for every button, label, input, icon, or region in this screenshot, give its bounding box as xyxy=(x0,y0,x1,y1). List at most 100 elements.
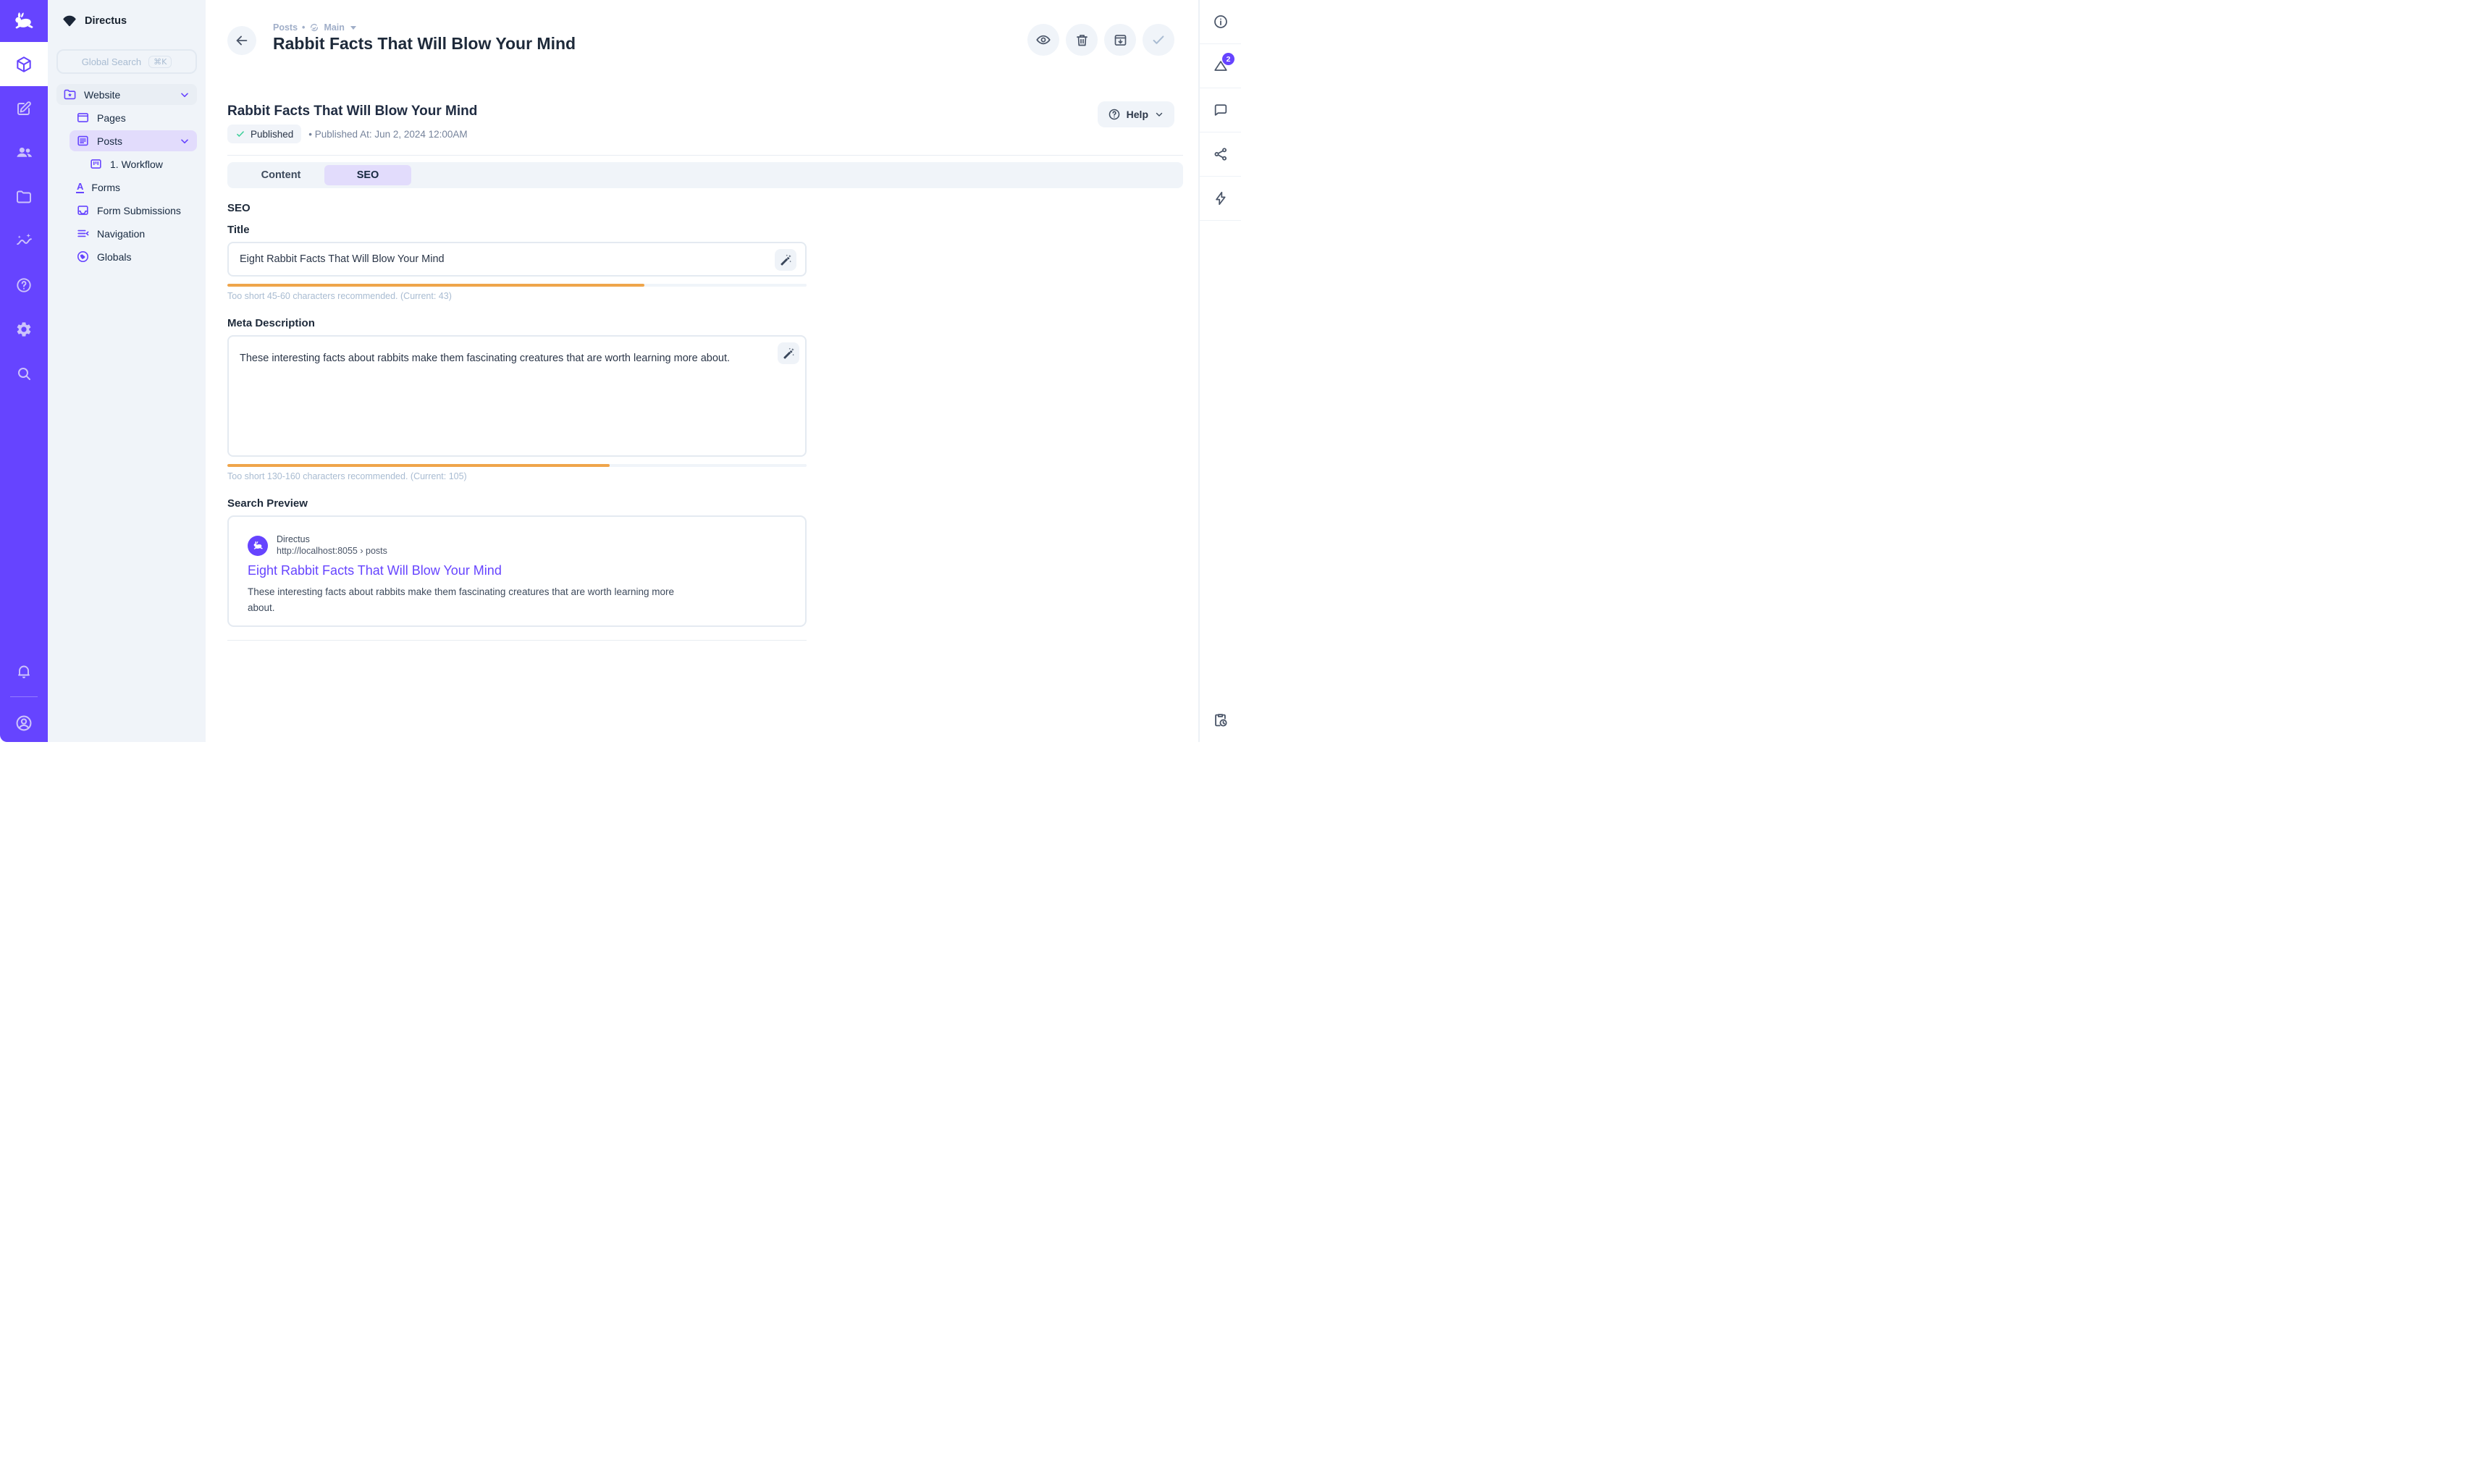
check-icon xyxy=(235,129,245,139)
collection-nav: Website Pages Posts xyxy=(48,84,206,267)
users-icon xyxy=(15,143,33,161)
box-icon xyxy=(14,55,33,74)
chevron-down-icon[interactable] xyxy=(179,89,190,101)
chevron-down-icon[interactable] xyxy=(179,135,190,147)
seo-title-field xyxy=(227,242,807,277)
meta-field-label: Meta Description xyxy=(227,317,807,329)
bolt-icon xyxy=(1213,190,1229,206)
title-ai-generate-button[interactable] xyxy=(775,249,796,271)
rabbit-logo-icon xyxy=(252,539,264,552)
preview-site-row: Directus http://localhost:8055 › posts xyxy=(248,534,786,557)
breadcrumb-separator: • xyxy=(302,22,305,33)
seo-meta-value[interactable]: These interesting facts about rabbits ma… xyxy=(240,353,773,364)
sidebar-item-website[interactable]: Website xyxy=(56,84,197,105)
sidebar-tab-comments[interactable] xyxy=(1200,88,1241,132)
divider xyxy=(227,640,807,641)
preview-button[interactable] xyxy=(1027,24,1059,56)
nav-sidebar: Directus Global Search ⌘K Website xyxy=(48,0,206,742)
published-at: • Published At: Jun 2, 2024 12:00AM xyxy=(308,129,467,140)
module-item-content[interactable] xyxy=(0,42,48,86)
module-item-search[interactable] xyxy=(0,351,48,395)
sidebar-item-workflow[interactable]: 1. Workflow xyxy=(83,153,197,174)
module-item-help[interactable] xyxy=(0,263,48,307)
sidebar-tab-info[interactable] xyxy=(1200,0,1241,44)
revisions-count-badge: 2 xyxy=(1222,53,1234,65)
magic-wand-icon xyxy=(779,253,793,267)
sidebar-item-pages[interactable]: Pages xyxy=(70,107,197,128)
sidebar-item-label: Pages xyxy=(97,112,126,124)
tab-seo[interactable]: SEO xyxy=(324,165,411,185)
globe-icon xyxy=(76,250,90,264)
meta-length-progress-fill xyxy=(227,464,610,467)
save-button[interactable] xyxy=(1143,24,1174,56)
module-item-insights[interactable] xyxy=(0,219,48,263)
title-helper-text: Too short 45-60 characters recommended. … xyxy=(227,291,807,301)
sidebar-item-label: Forms xyxy=(91,182,120,193)
tab-bar: Content SEO xyxy=(227,162,1183,188)
sidebar-item-label: Website xyxy=(84,89,120,101)
seo-meta-field[interactable]: These interesting facts about rabbits ma… xyxy=(227,335,807,457)
module-item-settings[interactable] xyxy=(0,307,48,351)
directus-app: Directus Global Search ⌘K Website xyxy=(0,0,1241,742)
caret-down-icon xyxy=(350,26,356,30)
project-header[interactable]: Directus xyxy=(48,0,206,42)
seo-section-label: SEO xyxy=(227,202,807,214)
sidebar-item-label: Navigation xyxy=(97,228,145,240)
sidebar-item-navigation[interactable]: Navigation xyxy=(70,223,197,244)
module-item-files[interactable] xyxy=(0,174,48,219)
search-preview-card: Directus http://localhost:8055 › posts E… xyxy=(227,515,807,627)
seo-fields: SEO Title Too xyxy=(227,202,807,641)
folder-icon xyxy=(15,188,33,206)
sidebar-item-label: Globals xyxy=(97,251,131,263)
breadcrumb-version[interactable]: Main xyxy=(324,22,344,33)
title-length-progress xyxy=(227,284,807,287)
seo-title-input[interactable] xyxy=(229,243,805,275)
notifications-button[interactable] xyxy=(0,654,48,689)
rabbit-logo-icon xyxy=(12,9,36,33)
insights-icon xyxy=(15,232,33,250)
sidebar-tab-flows[interactable] xyxy=(1200,177,1241,221)
user-menu-button[interactable] xyxy=(0,704,48,742)
sidebar-item-form-submissions[interactable]: Form Submissions xyxy=(70,200,197,221)
right-sidebar: 2 xyxy=(1198,0,1241,742)
check-icon xyxy=(1150,32,1166,48)
clipboard-clock-icon xyxy=(1212,712,1229,728)
site-avatar xyxy=(248,536,268,556)
preview-description: These interesting facts about rabbits ma… xyxy=(248,584,682,616)
delete-button[interactable] xyxy=(1066,24,1098,56)
browser-window-icon xyxy=(76,111,90,125)
search-shortcut-badge: ⌘K xyxy=(148,56,172,68)
sidebar-item-posts[interactable]: Posts xyxy=(70,130,197,151)
help-circle-icon xyxy=(15,277,33,294)
sidebar-item-label: 1. Workflow xyxy=(110,159,163,170)
sidebar-item-globals[interactable]: Globals xyxy=(70,246,197,267)
kanban-icon xyxy=(89,157,103,171)
breadcrumb[interactable]: Posts • Main xyxy=(273,22,356,33)
archive-button[interactable] xyxy=(1104,24,1136,56)
comment-icon xyxy=(1213,102,1229,118)
version-sync-icon xyxy=(309,22,319,33)
sidebar-item-forms[interactable]: A Forms xyxy=(70,177,197,198)
meta-ai-generate-button[interactable] xyxy=(778,342,799,364)
bell-icon xyxy=(15,663,33,680)
preview-link-title[interactable]: Eight Rabbit Facts That Will Blow Your M… xyxy=(248,563,786,578)
item-detail: Rabbit Facts That Will Blow Your Mind Pu… xyxy=(227,104,1183,641)
status-row: Published • Published At: Jun 2, 2024 12… xyxy=(227,125,1183,143)
sidebar-tab-activity[interactable] xyxy=(1200,698,1241,742)
eye-icon xyxy=(1035,32,1051,48)
sidebar-tab-shares[interactable] xyxy=(1200,132,1241,177)
breadcrumb-collection[interactable]: Posts xyxy=(273,22,298,33)
arrow-left-icon xyxy=(234,33,250,49)
sidebar-tab-revisions[interactable]: 2 xyxy=(1200,44,1241,88)
module-item-users[interactable] xyxy=(0,130,48,174)
directus-logo[interactable] xyxy=(0,0,48,42)
tab-content[interactable]: Content xyxy=(237,165,324,185)
back-button[interactable] xyxy=(227,26,256,55)
global-search-input[interactable]: Global Search ⌘K xyxy=(56,49,197,74)
meta-length-progress xyxy=(227,464,807,467)
status-label: Published xyxy=(251,129,293,140)
module-bar-divider xyxy=(10,696,38,697)
header-actions xyxy=(1027,24,1174,56)
module-item-edit[interactable] xyxy=(0,86,48,130)
folder-star-icon xyxy=(63,88,77,101)
